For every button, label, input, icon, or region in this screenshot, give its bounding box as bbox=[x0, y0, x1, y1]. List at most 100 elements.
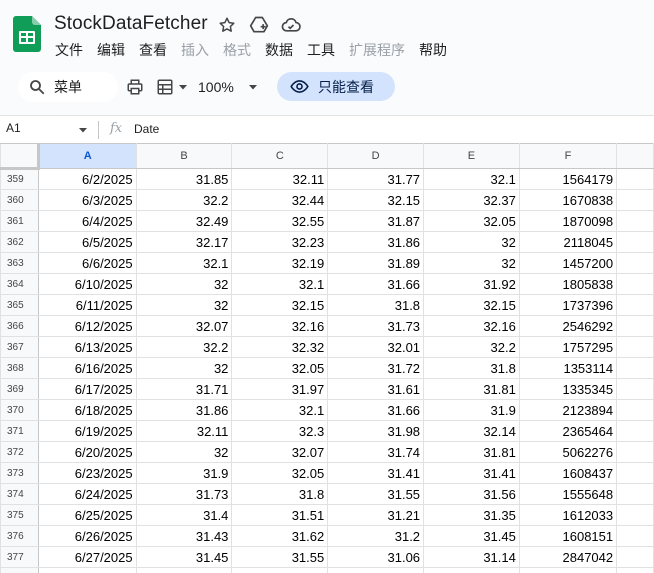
cell-d[interactable]: 31.87 bbox=[327, 210, 425, 232]
cell-b[interactable]: 31.71 bbox=[135, 378, 233, 400]
cell-f[interactable] bbox=[518, 567, 618, 573]
cell-g[interactable] bbox=[616, 336, 654, 358]
cell-e[interactable] bbox=[423, 567, 520, 573]
cell-d[interactable]: 31.61 bbox=[327, 378, 425, 400]
cell-a[interactable]: 6/23/2025 bbox=[37, 462, 137, 484]
cell-c[interactable]: 31.8 bbox=[231, 483, 329, 505]
cell-a[interactable]: 6/5/2025 bbox=[37, 231, 137, 253]
row-header[interactable]: 368 bbox=[0, 357, 39, 379]
cell-c[interactable] bbox=[231, 567, 329, 573]
menu-edit[interactable]: 编辑 bbox=[90, 38, 132, 62]
cell-a[interactable]: 6/19/2025 bbox=[37, 420, 137, 442]
cell-b[interactable]: 31.9 bbox=[135, 462, 233, 484]
cell-f[interactable]: 1555648 bbox=[518, 483, 618, 505]
formula-input[interactable]: Date bbox=[134, 122, 159, 136]
cell-g[interactable] bbox=[616, 210, 654, 232]
cell-g[interactable] bbox=[616, 294, 654, 316]
cell-b[interactable]: 32.17 bbox=[135, 231, 233, 253]
row-header[interactable]: 366 bbox=[0, 315, 39, 337]
cell-f[interactable]: 1670838 bbox=[518, 189, 618, 211]
cell-b[interactable]: 32.49 bbox=[135, 210, 233, 232]
cell-b[interactable]: 32 bbox=[135, 441, 233, 463]
cell-b[interactable]: 32 bbox=[135, 273, 233, 295]
cell-d[interactable]: 31.74 bbox=[327, 441, 425, 463]
cell-b[interactable]: 32.11 bbox=[135, 420, 233, 442]
cell-c[interactable]: 31.51 bbox=[231, 504, 329, 526]
cell-b[interactable]: 31.85 bbox=[135, 168, 233, 190]
column-header-g[interactable] bbox=[616, 143, 654, 169]
cell-c[interactable]: 32.07 bbox=[231, 441, 329, 463]
cell-d[interactable]: 32.01 bbox=[327, 336, 425, 358]
cell-f[interactable]: 1564179 bbox=[518, 168, 618, 190]
row-header[interactable]: 369 bbox=[0, 378, 39, 400]
cell-f[interactable]: 2118045 bbox=[518, 231, 618, 253]
cell-c[interactable]: 32.55 bbox=[231, 210, 329, 232]
cell-f[interactable]: 2123894 bbox=[518, 399, 618, 421]
cell-e[interactable]: 31.35 bbox=[423, 504, 520, 526]
cell-g[interactable] bbox=[616, 168, 654, 190]
cell-a[interactable]: 6/26/2025 bbox=[37, 525, 137, 547]
cell-e[interactable]: 31.14 bbox=[423, 546, 520, 568]
cell-c[interactable]: 32.1 bbox=[231, 399, 329, 421]
row-header[interactable]: 371 bbox=[0, 420, 39, 442]
column-header-e[interactable]: E bbox=[423, 143, 520, 169]
cell-b[interactable]: 31.4 bbox=[135, 504, 233, 526]
cell-a[interactable] bbox=[37, 567, 137, 573]
cell-d[interactable] bbox=[327, 567, 425, 573]
cell-b[interactable]: 32 bbox=[135, 357, 233, 379]
cell-b[interactable]: 31.43 bbox=[135, 525, 233, 547]
row-header[interactable]: 365 bbox=[0, 294, 39, 316]
cell-d[interactable]: 32.15 bbox=[327, 189, 425, 211]
row-header[interactable]: 362 bbox=[0, 231, 39, 253]
menu-help[interactable]: 帮助 bbox=[412, 38, 454, 62]
cell-f[interactable]: 1737396 bbox=[518, 294, 618, 316]
row-header[interactable]: 363 bbox=[0, 252, 39, 274]
row-header[interactable]: 360 bbox=[0, 189, 39, 211]
cell-a[interactable]: 6/11/2025 bbox=[37, 294, 137, 316]
format-painter-dropdown[interactable] bbox=[154, 72, 190, 102]
cell-g[interactable] bbox=[616, 441, 654, 463]
cell-a[interactable]: 6/17/2025 bbox=[37, 378, 137, 400]
row-header[interactable]: 361 bbox=[0, 210, 39, 232]
cell-g[interactable] bbox=[616, 273, 654, 295]
document-title[interactable]: StockDataFetcher bbox=[54, 13, 208, 35]
menu-tools[interactable]: 工具 bbox=[300, 38, 342, 62]
cell-a[interactable]: 6/18/2025 bbox=[37, 399, 137, 421]
cell-b[interactable]: 32.2 bbox=[135, 336, 233, 358]
cell-b[interactable]: 31.86 bbox=[135, 399, 233, 421]
cell-e[interactable]: 32.05 bbox=[423, 210, 520, 232]
cell-g[interactable] bbox=[616, 483, 654, 505]
column-header-b[interactable]: B bbox=[135, 143, 233, 169]
menu-format[interactable]: 格式 bbox=[216, 38, 258, 62]
cell-a[interactable]: 6/12/2025 bbox=[37, 315, 137, 337]
cell-f[interactable]: 2546292 bbox=[518, 315, 618, 337]
cell-e[interactable]: 32.14 bbox=[423, 420, 520, 442]
menu-view[interactable]: 查看 bbox=[132, 38, 174, 62]
cell-c[interactable]: 32.05 bbox=[231, 357, 329, 379]
row-header[interactable]: 378 bbox=[0, 567, 39, 573]
cell-e[interactable]: 32.1 bbox=[423, 168, 520, 190]
cell-b[interactable]: 31.73 bbox=[135, 483, 233, 505]
name-box[interactable]: A1 bbox=[6, 121, 21, 135]
select-all-corner[interactable] bbox=[0, 143, 40, 170]
column-header-d[interactable]: D bbox=[327, 143, 425, 169]
row-header[interactable]: 374 bbox=[0, 483, 39, 505]
cell-d[interactable]: 31.77 bbox=[327, 168, 425, 190]
cell-f[interactable]: 1335345 bbox=[518, 378, 618, 400]
cell-c[interactable]: 32.19 bbox=[231, 252, 329, 274]
cell-c[interactable]: 32.3 bbox=[231, 420, 329, 442]
row-header[interactable]: 367 bbox=[0, 336, 39, 358]
cell-f[interactable]: 1757295 bbox=[518, 336, 618, 358]
cell-a[interactable]: 6/13/2025 bbox=[37, 336, 137, 358]
cell-e[interactable]: 31.41 bbox=[423, 462, 520, 484]
cell-f[interactable]: 2365464 bbox=[518, 420, 618, 442]
cell-e[interactable]: 32 bbox=[423, 231, 520, 253]
menu-data[interactable]: 数据 bbox=[258, 38, 300, 62]
cell-g[interactable] bbox=[616, 420, 654, 442]
menu-search-button[interactable]: 菜单 bbox=[18, 72, 118, 102]
cell-d[interactable]: 31.41 bbox=[327, 462, 425, 484]
cell-d[interactable]: 31.73 bbox=[327, 315, 425, 337]
row-header[interactable]: 375 bbox=[0, 504, 39, 526]
cell-d[interactable]: 31.21 bbox=[327, 504, 425, 526]
cell-b[interactable]: 32.07 bbox=[135, 315, 233, 337]
